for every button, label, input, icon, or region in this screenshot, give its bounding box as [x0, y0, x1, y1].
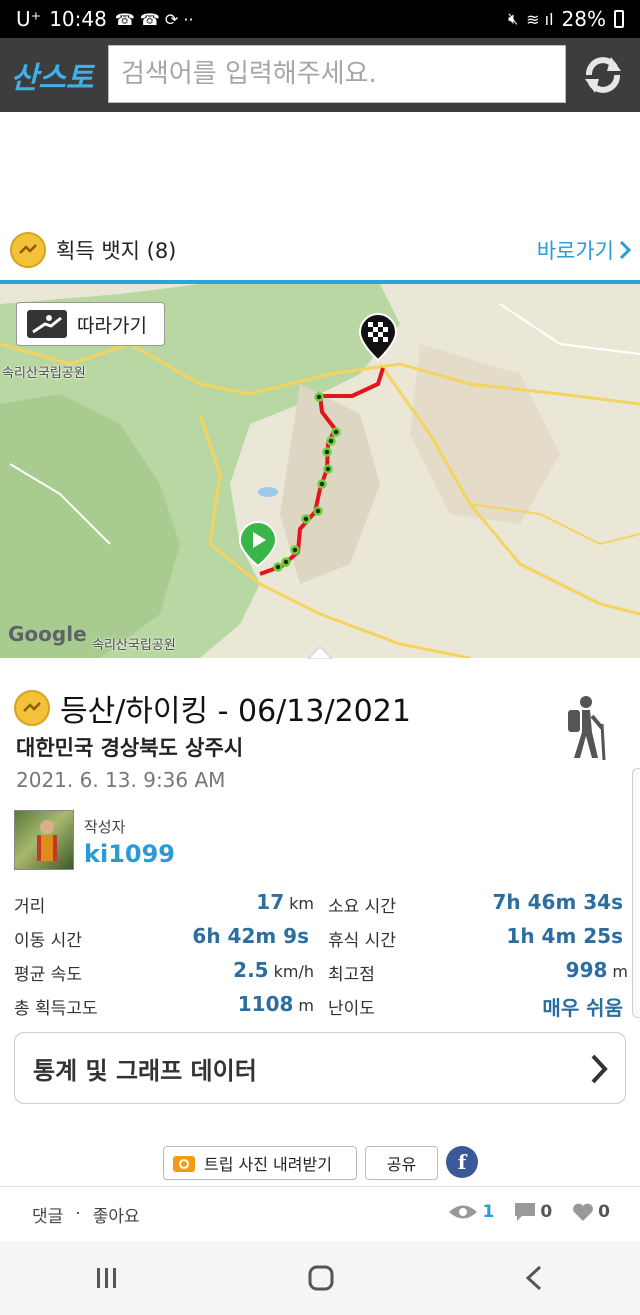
search-box[interactable] — [108, 45, 566, 103]
search-input[interactable] — [121, 59, 565, 89]
stat-value: 1108 m — [237, 992, 314, 1016]
stat-label: 이동 시간 — [14, 931, 82, 951]
comment-link[interactable]: 댓글 — [32, 1202, 63, 1227]
activity-datetime: 2021. 6. 13. 9:36 AM — [16, 768, 226, 792]
chevron-right-icon — [591, 1054, 608, 1084]
system-nav-bar — [0, 1241, 640, 1315]
stat-label: 난이도 — [328, 999, 375, 1019]
separator-dot: · — [75, 1204, 81, 1224]
stat-row: 거리 17 km 소요 시간 7h 46m 34s — [14, 888, 628, 922]
battery-icon — [614, 10, 624, 28]
facebook-icon[interactable]: f — [446, 1146, 478, 1178]
chevron-right-icon — [619, 240, 632, 260]
avatar[interactable] — [14, 810, 74, 870]
map-pointer-notch — [308, 646, 332, 659]
back-icon[interactable] — [522, 1264, 546, 1292]
side-scroll-handle[interactable] — [632, 768, 640, 1018]
follow-route-button[interactable]: 따라가기 — [16, 302, 165, 346]
stat-row: 총 획득고도 1108 m 난이도 매우 쉬움 — [14, 990, 628, 1024]
author-name-link[interactable]: ki1099 — [84, 840, 175, 868]
stat-label: 거리 — [14, 897, 46, 917]
map-place-label: 속리산국립공원 — [92, 638, 176, 653]
call-icon: ☎ ☎ ⟳ ·· — [114, 9, 194, 29]
badge-count-label: 획득 뱃지 (8) — [56, 239, 177, 263]
stat-label: 휴식 시간 — [328, 931, 396, 951]
badge-bar: 획득 뱃지 (8) 바로가기 — [0, 222, 640, 278]
stat-row: 이동 시간 6h 42m 9s 휴식 시간 1h 4m 25s — [14, 922, 628, 956]
comment-count: 0 — [540, 1202, 553, 1222]
stat-value: 1h 4m 25s — [506, 924, 623, 948]
activity-region: 대한민국 경상북도 상주시 — [16, 736, 244, 760]
share-button[interactable]: 공유 — [365, 1146, 438, 1180]
stat-label: 총 획득고도 — [14, 999, 98, 1019]
refresh-icon — [585, 57, 621, 93]
trip-photos-label: 트립 사진 내려받기 — [204, 1155, 332, 1174]
like-link[interactable]: 좋아요 — [93, 1202, 140, 1227]
heart-icon — [573, 1203, 594, 1221]
hiking-icon — [568, 696, 606, 761]
wifi-signal-icon: ≋ ıl — [526, 9, 554, 29]
stat-row: 평균 속도 2.5 km/h 최고점 998 m — [14, 956, 628, 990]
badges-goto-link[interactable]: 바로가기 — [537, 235, 632, 265]
comment-icon — [515, 1203, 536, 1221]
eye-icon — [449, 1205, 478, 1219]
social-footer: 댓글 · 좋아요 1 0 0 — [0, 1187, 640, 1241]
stat-value: 17 km — [256, 890, 314, 914]
stat-label: 소요 시간 — [328, 897, 396, 917]
activity-title: 등산/하이킹 - 06/13/2021 — [60, 694, 411, 729]
stats-graph-button[interactable]: 통계 및 그래프 데이터 — [14, 1032, 626, 1104]
mute-icon: 🔇︎ — [508, 9, 519, 28]
app-header: 산스토 — [0, 38, 640, 112]
stats-table: 거리 17 km 소요 시간 7h 46m 34s 이동 시간 6h 42m 9s… — [14, 888, 628, 1024]
download-trip-photos-button[interactable]: 트립 사진 내려받기 — [163, 1146, 357, 1180]
hiker-follow-icon — [27, 310, 67, 338]
graph-button-label: 통계 및 그래프 데이터 — [33, 1056, 257, 1085]
follow-label: 따라가기 — [77, 314, 147, 337]
home-icon[interactable] — [307, 1264, 335, 1292]
stat-label: 평균 속도 — [14, 965, 82, 985]
map-place-label: 속리산국립공원 — [2, 366, 86, 381]
refresh-button[interactable] — [574, 46, 632, 104]
badge-medal-icon — [10, 232, 46, 268]
status-bar: U⁺ 10:48 ☎ ☎ ⟳ ·· 🔇︎ ≋ ıl 28% — [0, 0, 640, 38]
author-label: 작성자 — [84, 818, 126, 836]
view-count: 1 — [482, 1202, 495, 1222]
stat-value: 2.5 km/h — [233, 958, 314, 982]
recent-apps-icon[interactable] — [94, 1265, 120, 1291]
stat-label: 최고점 — [328, 965, 375, 985]
google-attribution: Google — [8, 622, 87, 646]
app-logo[interactable]: 산스토 — [0, 38, 104, 112]
action-row: 트립 사진 내려받기 공유 f — [0, 1146, 640, 1182]
activity-detail: 등산/하이킹 - 06/13/2021 대한민국 경상북도 상주시 2021. … — [0, 646, 640, 1186]
stat-value: 998 m — [565, 958, 628, 982]
stat-value: 7h 46m 34s — [492, 890, 624, 914]
route-map[interactable]: 따라가기 속리산국립공원 속리산국립공원 Google — [0, 284, 640, 658]
photo-icon — [173, 1156, 195, 1172]
carrier-label: U⁺ — [16, 7, 42, 31]
like-count: 0 — [598, 1202, 610, 1222]
battery-level: 28% — [561, 7, 606, 31]
goto-label: 바로가기 — [536, 239, 614, 263]
stat-value: 6h 42m 9s — [192, 924, 309, 948]
clock: 10:48 — [49, 7, 107, 31]
activity-badge-icon — [14, 690, 50, 726]
stat-value: 매우 쉬움 — [542, 996, 623, 1020]
